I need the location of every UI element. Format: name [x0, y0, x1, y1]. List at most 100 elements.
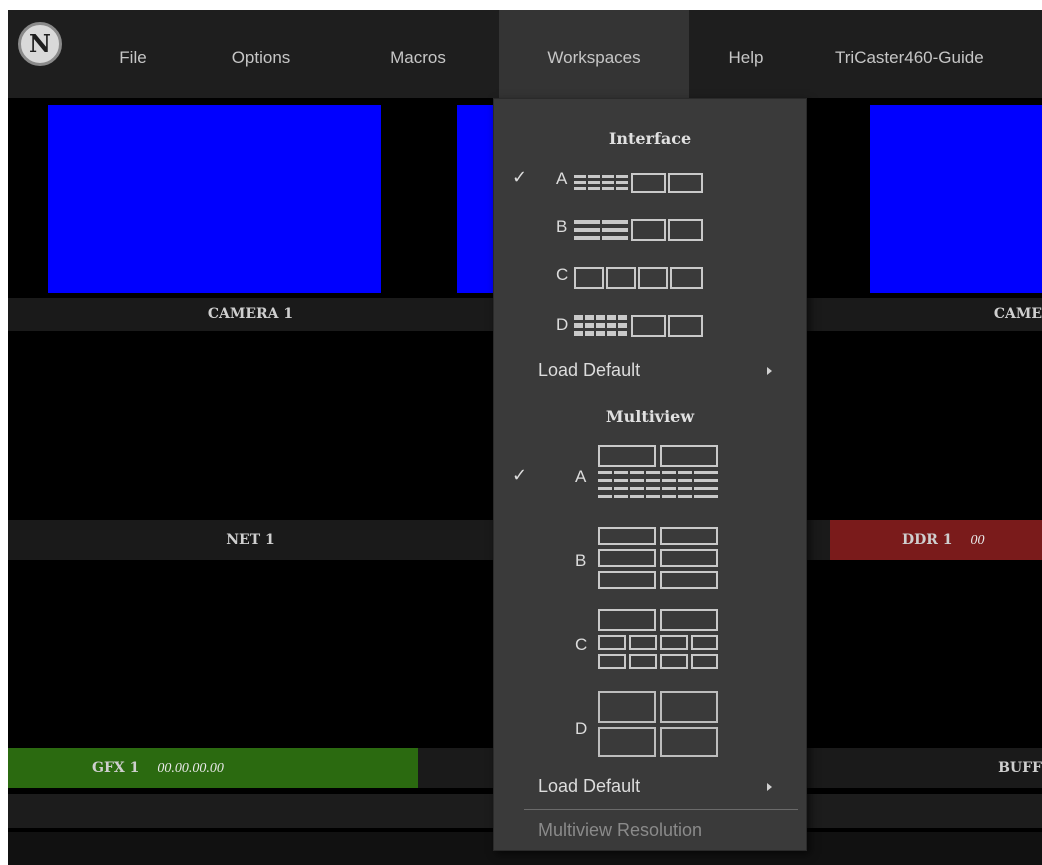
layout-monitor-box: [660, 527, 718, 545]
camera-1-monitor[interactable]: [48, 105, 381, 293]
interface-load-default-item[interactable]: Load Default: [494, 353, 806, 389]
interface-option-d[interactable]: D: [494, 303, 806, 343]
ddr-1-name: DDR 1: [902, 532, 953, 548]
layout-cell: [630, 495, 644, 498]
check-icon: ✓: [512, 465, 528, 485]
multiview-option-b-letter: B: [575, 551, 587, 570]
layout-monitor-box: [598, 635, 626, 650]
multiview-load-default-item[interactable]: Load Default: [494, 769, 806, 805]
layout-monitor-box: [606, 267, 636, 289]
layout-monitor-box: [691, 635, 718, 650]
layout-cell: [585, 315, 594, 320]
gfx-1-timecode: 00.00.00.00: [157, 761, 224, 776]
layout-cell: [585, 323, 594, 328]
layout-cell: [646, 479, 660, 482]
multiview-resolution-label: Multiview Resolution: [538, 820, 703, 840]
layout-monitor-box: [660, 609, 718, 631]
interface-option-c[interactable]: C: [494, 255, 806, 295]
newtek-logo-icon[interactable]: N: [18, 22, 62, 66]
multiview-option-a-letter: A: [575, 467, 587, 486]
layout-cell: [607, 315, 616, 320]
camera-2-monitor[interactable]: [457, 105, 493, 293]
layout-cell: [630, 471, 644, 474]
layout-monitor-box: [631, 315, 666, 337]
layout-cell: [694, 479, 718, 482]
layout-cell: [662, 479, 676, 482]
layout-cell: [614, 495, 628, 498]
layout-monitor-box: [668, 315, 703, 337]
layout-monitor-box: [691, 654, 718, 669]
interface-option-b[interactable]: B: [494, 207, 806, 247]
layout-cell: [574, 323, 583, 328]
multiview-option-d[interactable]: D: [494, 687, 806, 759]
layout-monitor-box: [598, 549, 656, 567]
net-1-label: NET 1: [8, 520, 493, 560]
layout-cell: [607, 323, 616, 328]
layout-monitor-box: [638, 267, 668, 289]
layout-monitor-box: [598, 727, 656, 757]
layout-cell: [618, 323, 627, 328]
layout-cell: [602, 187, 614, 190]
layout-monitor-box: [660, 549, 718, 567]
layout-cell: [694, 471, 718, 474]
multiview-option-c-letter: C: [575, 635, 588, 654]
layout-cell: [618, 315, 627, 320]
layout-cell: [662, 495, 676, 498]
row3-label-gap: [418, 748, 493, 788]
layout-cell: [646, 495, 660, 498]
ddr-1-timecode: 00: [970, 533, 985, 548]
layout-cell: [602, 175, 614, 178]
gfx-1-name: GFX 1: [92, 760, 140, 776]
tricaster-app: N File Options Macros Workspaces Help Tr…: [8, 10, 1042, 865]
multiview-option-a[interactable]: ✓ A: [494, 435, 806, 507]
layout-cell: [588, 187, 600, 190]
multiview-option-d-letter: D: [575, 719, 588, 738]
menu-workspaces[interactable]: Workspaces: [499, 10, 689, 98]
layout-cell: [602, 220, 628, 224]
layout-cell: [614, 487, 628, 490]
menu-help[interactable]: Help: [713, 10, 779, 98]
layout-cell: [602, 181, 614, 184]
layout-cell: [596, 323, 605, 328]
multiview-option-c[interactable]: C: [494, 603, 806, 675]
layout-cell: [646, 471, 660, 474]
layout-cell: [618, 331, 627, 336]
layout-cell: [678, 471, 692, 474]
layout-cell: [630, 479, 644, 482]
camera-3-label: CAME: [805, 298, 1042, 331]
layout-cell: [662, 471, 676, 474]
layout-cell: [678, 479, 692, 482]
gfx-1-label: GFX 1 00.00.00.00: [8, 748, 418, 788]
multiview-section-header: Multiview: [605, 407, 695, 426]
layout-monitor-box: [631, 173, 666, 193]
interface-option-a[interactable]: ✓ A: [494, 159, 806, 199]
submenu-arrow-icon: [767, 783, 772, 791]
layout-cell: [574, 220, 600, 224]
multiview-resolution-item: Multiview Resolution: [494, 815, 806, 849]
menu-options[interactable]: Options: [213, 10, 309, 98]
layout-cell: [678, 495, 692, 498]
layout-monitor-box: [598, 527, 656, 545]
layout-cell: [596, 331, 605, 336]
layout-cell: [574, 331, 583, 336]
layout-cell: [646, 487, 660, 490]
layout-monitor-box: [660, 691, 718, 723]
layout-monitor-box: [668, 219, 703, 241]
layout-cell: [574, 315, 583, 320]
multiview-option-b[interactable]: B: [494, 519, 806, 591]
menu-macros[interactable]: Macros: [373, 10, 463, 98]
layout-cell: [574, 175, 586, 178]
camera-1-label: CAMERA 1: [8, 298, 493, 331]
camera-3-monitor[interactable]: [870, 105, 1042, 293]
interface-option-d-letter: D: [556, 315, 569, 334]
layout-cell: [574, 236, 600, 240]
layout-monitor-box: [660, 727, 718, 757]
workspaces-dropdown-menu: Interface ✓ A B C D Load Default Multivi…: [493, 98, 807, 851]
ddr-1-label: DDR 1 00: [830, 520, 1042, 560]
menu-file[interactable]: File: [103, 10, 163, 98]
layout-cell: [574, 181, 586, 184]
load-default-label: Load Default: [538, 360, 641, 380]
menu-session-name[interactable]: TriCaster460-Guide: [835, 10, 1042, 98]
interface-option-b-letter: B: [556, 217, 568, 236]
layout-cell: [588, 181, 600, 184]
